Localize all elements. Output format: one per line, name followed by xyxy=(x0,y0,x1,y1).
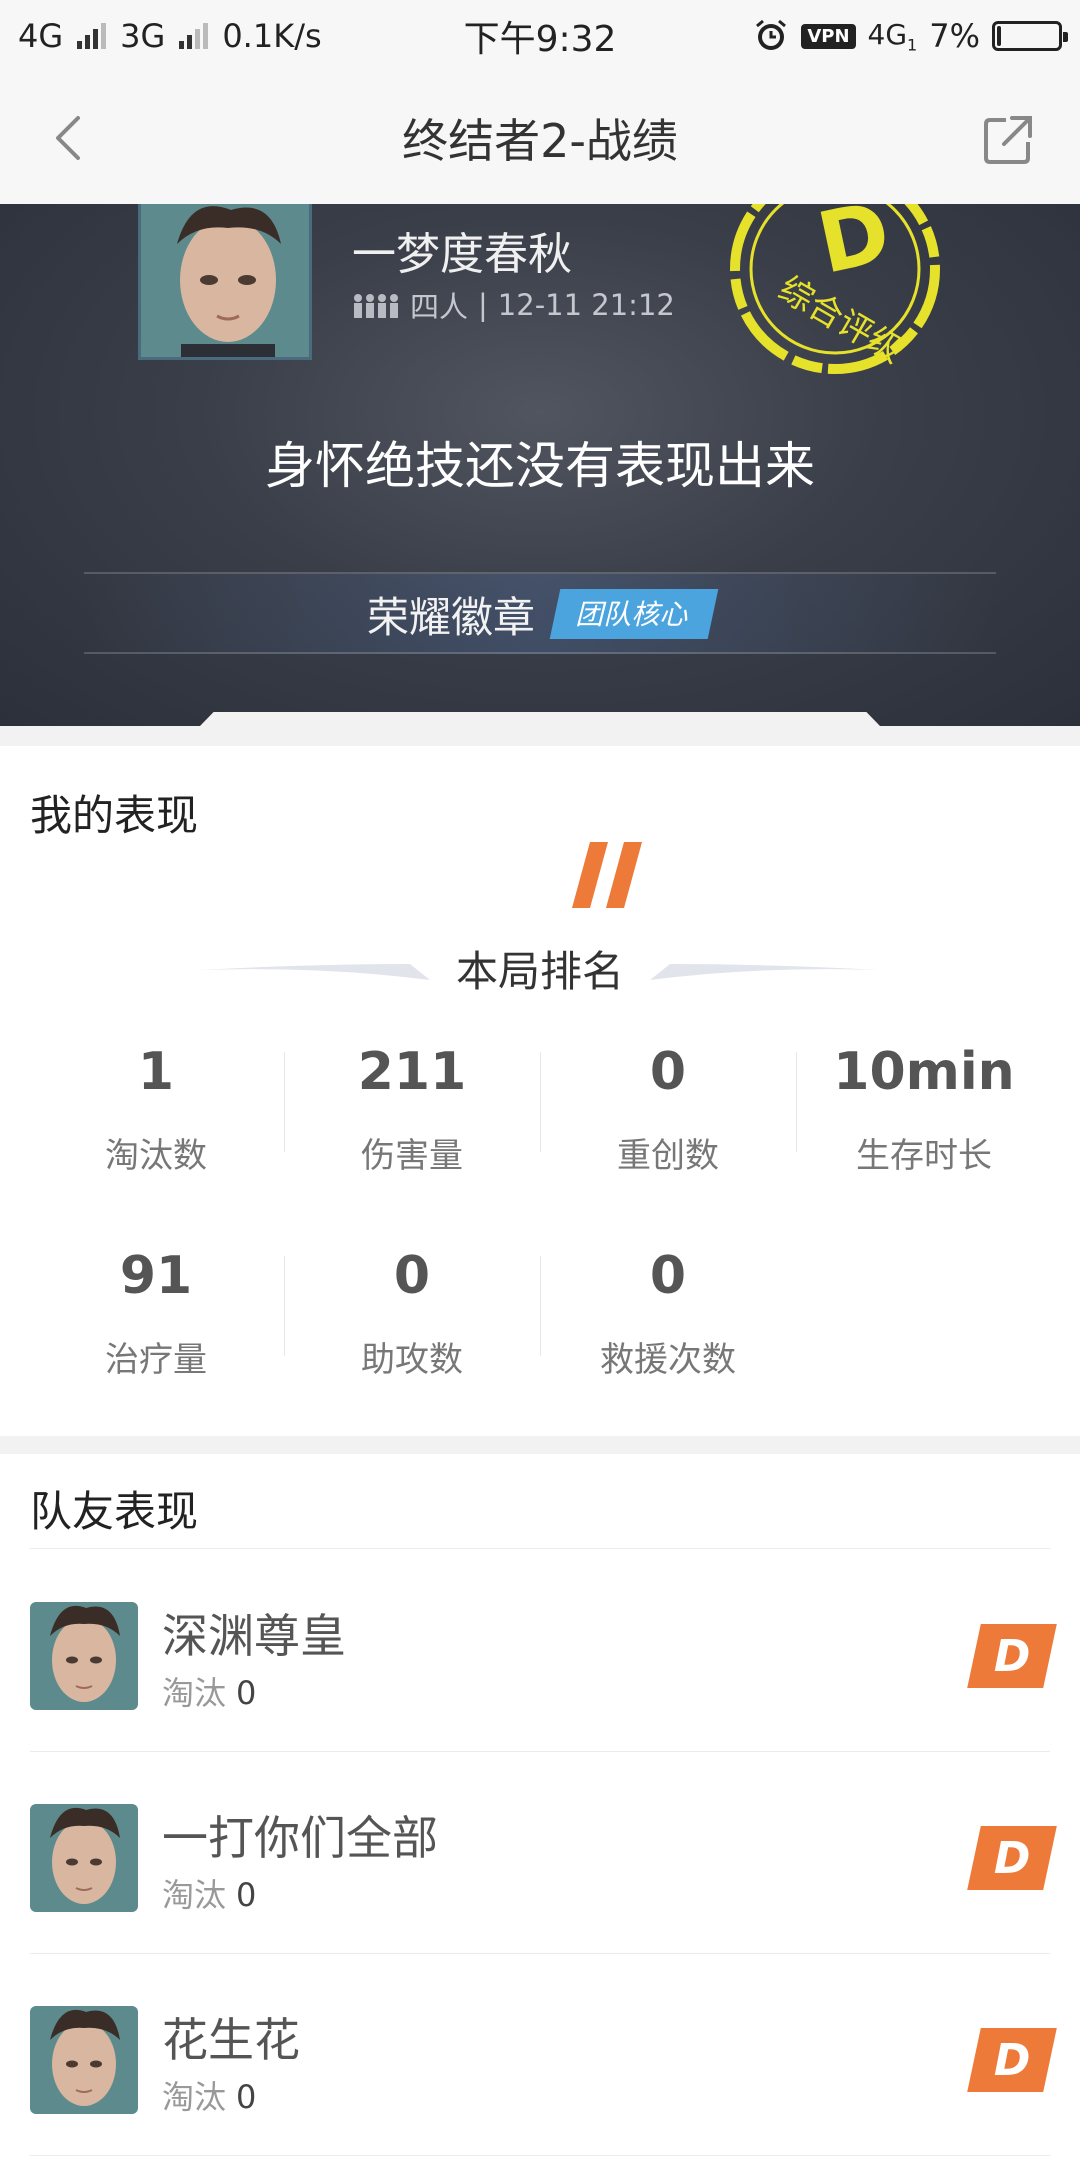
meta-separator: | xyxy=(478,288,488,322)
list-item[interactable]: 深渊尊皇 淘汰 0 D xyxy=(0,1550,1080,1752)
list-item[interactable]: 一打你们全部 淘汰 0 D xyxy=(0,1752,1080,1954)
stat-label: 救援次数 xyxy=(600,1340,736,1380)
stat-label: 重创数 xyxy=(617,1136,719,1176)
honor-badge-label: 荣耀徽章 xyxy=(366,592,535,642)
vpn-icon: VPN xyxy=(801,23,856,49)
stat-eliminations: 1 淘汰数 xyxy=(28,1046,284,1177)
player-avatar[interactable] xyxy=(138,204,312,360)
hero-bottom-tab xyxy=(200,712,880,726)
performance-slogan: 身怀绝技还没有表现出来 xyxy=(265,437,815,495)
teammates-divider xyxy=(30,1548,1050,1549)
page-title: 终结者2-战绩 xyxy=(402,114,678,168)
stat-value: 0 xyxy=(649,1042,687,1102)
honor-badge-row: 荣耀徽章 团队核心 xyxy=(84,574,996,654)
signal-icon-2 xyxy=(179,23,209,49)
match-meta: 四人 | 12-11 21:12 xyxy=(352,284,675,326)
stat-label: 治疗量 xyxy=(105,1340,207,1380)
team-mode: 四人 xyxy=(410,290,469,324)
stat-assists: 0 助攻数 xyxy=(284,1250,540,1381)
battery-icon xyxy=(992,21,1068,51)
teammate-eliminations: 淘汰 0 xyxy=(162,2078,257,2116)
badge-divider-bottom xyxy=(84,652,996,654)
teammate-grade-badge: D xyxy=(967,1826,1057,1890)
signal-icon-1 xyxy=(77,23,107,49)
result-hero: 一梦度春秋 四人 | 12-11 21:12 D 综合评级 身怀绝技还没有表现出… xyxy=(0,204,1080,726)
share-icon[interactable] xyxy=(980,112,1036,168)
my-performance-title: 我的表现 xyxy=(30,791,199,840)
overall-grade-stamp: D 综合评级 xyxy=(730,204,940,374)
stat-value: 0 xyxy=(649,1246,687,1306)
teammate-name: 花生花 xyxy=(162,2013,300,2067)
my-performance-card: 我的表现 本局排名 1 淘汰数 211 伤害量 0 重创数 10min 生存时长 91 治… xyxy=(0,746,1080,1436)
teammate-eliminations: 淘汰 0 xyxy=(162,1876,257,1914)
stat-value: 211 xyxy=(357,1042,467,1102)
stat-healing: 91 治疗量 xyxy=(28,1250,284,1381)
network-type-2: 3G xyxy=(120,17,166,55)
honor-badge-tag: 团队核心 xyxy=(549,589,719,639)
teammate-avatar[interactable] xyxy=(30,2006,138,2114)
match-datetime: 12-11 21:12 xyxy=(497,288,675,322)
overall-grade-letter: D xyxy=(810,204,899,293)
status-bar: 4G 3G 0.1K/s 下午9:32 VPN 4G1 7% xyxy=(0,0,1080,72)
stats-row-2: 91 治疗量 0 助攻数 0 救援次数 xyxy=(28,1250,1080,1381)
stat-label: 生存时长 xyxy=(856,1136,992,1176)
teammate-avatar[interactable] xyxy=(30,1602,138,1710)
network-type-3: 4G1 xyxy=(867,17,918,55)
stat-label: 助攻数 xyxy=(361,1340,463,1380)
list-item[interactable]: 花生花 淘汰 0 D xyxy=(0,1954,1080,2156)
network-type-1: 4G xyxy=(18,17,64,55)
stat-value: 10min xyxy=(833,1042,1015,1102)
team-mode-icon xyxy=(354,294,398,318)
player-name: 一梦度春秋 xyxy=(352,229,572,280)
stats-row-1: 1 淘汰数 211 伤害量 0 重创数 10min 生存时长 xyxy=(28,1046,1080,1177)
teammates-title: 队友表现 xyxy=(30,1487,199,1536)
stat-value: 0 xyxy=(393,1246,431,1306)
rank-number-icon xyxy=(572,842,642,908)
teammate-eliminations: 淘汰 0 xyxy=(162,1674,257,1712)
teammate-name: 深渊尊皇 xyxy=(162,1609,346,1663)
teammate-grade-badge: D xyxy=(967,1624,1057,1688)
stat-knockdowns: 0 重创数 xyxy=(540,1046,796,1177)
back-arrow-icon[interactable] xyxy=(44,112,96,164)
teammate-avatar[interactable] xyxy=(30,1804,138,1912)
stat-survival-time: 10min 生存时长 xyxy=(796,1046,1052,1177)
rank-wing-right-icon xyxy=(650,964,880,980)
stat-value: 91 xyxy=(119,1246,193,1306)
nav-bar: 终结者2-战绩 xyxy=(0,72,1080,204)
battery-percent: 7% xyxy=(929,17,980,55)
teammates-card: 队友表现 深渊尊皇 淘汰 0 D 一打你们全部 淘汰 0 D 花生花 淘汰 0 D xyxy=(0,1454,1080,2160)
network-speed: 0.1K/s xyxy=(222,17,322,55)
stat-label: 淘汰数 xyxy=(105,1136,207,1176)
teammate-name: 一打你们全部 xyxy=(162,1811,438,1865)
list-divider xyxy=(30,2155,1050,2156)
stat-damage: 211 伤害量 xyxy=(284,1046,540,1177)
match-rank-label: 本局排名 xyxy=(455,947,624,996)
stat-label: 伤害量 xyxy=(361,1136,463,1176)
teammate-grade-badge: D xyxy=(967,2028,1057,2092)
stat-value: 1 xyxy=(137,1042,175,1102)
battery-fill xyxy=(997,26,1001,46)
alarm-icon xyxy=(756,19,787,50)
stat-rescues: 0 救援次数 xyxy=(540,1250,796,1381)
